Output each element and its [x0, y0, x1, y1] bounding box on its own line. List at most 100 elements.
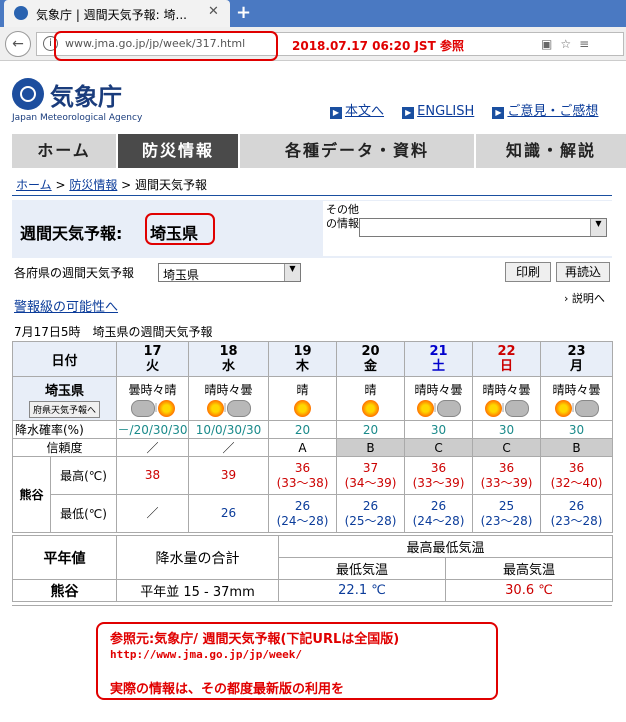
day-of-week: 水	[222, 359, 236, 374]
precip-value: －/20/30/30	[116, 420, 190, 439]
arrow-icon: ▶	[330, 107, 342, 119]
normals-precip-value: 平年並 15 - 37mm	[116, 579, 279, 602]
header-links: ▶ 本文へ ▶ ENGLISH ▶ ご意見・ご感想	[330, 100, 612, 119]
min-temp-cell: 26 (24～28)	[404, 494, 474, 533]
jma-logo-icon[interactable]	[12, 78, 44, 110]
menu-icon[interactable]: ≡	[579, 37, 597, 51]
reliability-value: C	[472, 438, 542, 457]
precip-value: 20	[336, 420, 406, 439]
sun-icon	[294, 399, 312, 417]
day-header: 17 火	[116, 341, 190, 377]
precip-sum-label: 降水量の合計	[116, 535, 279, 580]
max-temp-range: (33～39)	[412, 475, 465, 490]
max-temp-range: (33～39)	[480, 475, 533, 490]
min-temp-label: 最低気温	[278, 557, 446, 580]
breadcrumb-disaster[interactable]: 防災情報	[69, 178, 117, 192]
reload-button[interactable]: 再読込	[556, 262, 610, 282]
weather-text: 晴時々曇	[552, 382, 601, 397]
reliability-label: 信頼度	[11, 438, 118, 457]
page-title: 週間天気予報:	[20, 224, 123, 243]
day-date: 18	[219, 344, 238, 359]
max-temp-cell: 36 (33～39)	[472, 456, 542, 495]
day-date: 23	[567, 344, 586, 359]
chevron-down-icon[interactable]: ▼	[284, 264, 300, 281]
back-arrow-icon[interactable]: ←	[5, 31, 31, 57]
link-english[interactable]: ▶ ENGLISH	[402, 104, 474, 119]
min-temp-range: (23～28)	[480, 513, 533, 528]
bookmark-star-icon[interactable]: ☆	[560, 37, 579, 51]
other-info-box: その他の情報 ▼	[323, 201, 612, 256]
min-temp: 25	[498, 498, 515, 513]
prefecture-select[interactable]: 埼玉県 ▼	[158, 263, 301, 282]
browser-tab[interactable]: 気象庁 | 週間天気予報: 埼... ✕	[4, 0, 230, 27]
min-temp-cell: ／	[116, 494, 190, 533]
max-temp: 36	[430, 460, 447, 475]
nav-knowledge[interactable]: 知識・解説	[476, 134, 626, 168]
other-info-select[interactable]: ▼	[359, 218, 607, 237]
max-temp-range: (34～39)	[344, 475, 397, 490]
nav-home[interactable]: ホーム	[12, 134, 116, 168]
tab-title: 気象庁 | 週間天気予報: 埼...	[36, 8, 187, 22]
day-of-week: 月	[570, 359, 584, 374]
explanation-link[interactable]: › 説明へ	[564, 290, 605, 306]
max-temp-cell: 36 (32～40)	[540, 456, 614, 495]
favicon-icon	[14, 6, 28, 20]
min-temp-range: (24～28)	[276, 513, 329, 528]
chevron-right-icon: ›	[564, 292, 572, 305]
new-tab-icon[interactable]: +	[236, 2, 251, 23]
normals-max-value: 30.6 ℃	[444, 579, 614, 602]
day-header: 22 日	[472, 341, 542, 377]
min-label: 最低(℃)	[49, 494, 118, 533]
max-temp-cell: 37 (34～39)	[336, 456, 406, 495]
reliability-value: ／	[116, 438, 190, 457]
precip-value: 30	[540, 420, 614, 439]
day-date: 17	[143, 344, 162, 359]
day-header: 23 月	[540, 341, 614, 377]
max-temp-range: (33～38)	[276, 475, 329, 490]
min-temp-cell: 25 (23～28)	[472, 494, 542, 533]
link-main-text[interactable]: ▶ 本文へ	[330, 100, 384, 119]
warning-level-link[interactable]: 警報級の可能性へ	[14, 296, 118, 315]
min-temp: 26	[294, 498, 311, 513]
weather-icons	[269, 399, 336, 417]
reader-icon[interactable]: ▣	[541, 37, 560, 51]
link-feedback[interactable]: ▶ ご意見・ご感想	[492, 100, 598, 119]
weather-icons: |	[541, 399, 612, 417]
note-advice: 実際の情報は、その都度最新版の利用を	[110, 682, 345, 697]
sun-icon	[416, 399, 434, 417]
browser-tab-bar: 気象庁 | 週間天気予報: 埼... ✕ +	[0, 0, 626, 27]
precip-value: 30	[404, 420, 474, 439]
weather-icons	[337, 399, 404, 417]
max-temp-cell: 36 (33～38)	[268, 456, 338, 495]
area-cell: 埼玉県 府県天気予報へ	[11, 376, 118, 421]
chevron-down-icon[interactable]: ▼	[590, 219, 606, 236]
weather-cell: 晴	[336, 376, 406, 421]
nav-data[interactable]: 各種データ・資料	[240, 134, 474, 168]
pref-forecast-button[interactable]: 府県天気予報へ	[29, 400, 101, 418]
weather-text: 曇時々晴	[128, 382, 177, 397]
divider	[12, 195, 612, 196]
max-temp-cell: 36 (33～39)	[404, 456, 474, 495]
weather-cell: 晴時々曇 |	[404, 376, 474, 421]
sun-icon	[206, 399, 224, 417]
weather-icons: |	[405, 399, 472, 417]
cloud-icon	[574, 399, 599, 417]
breadcrumb-home[interactable]: ホーム	[16, 178, 52, 192]
min-temp: 26	[568, 498, 585, 513]
close-icon[interactable]: ✕	[208, 4, 219, 19]
day-of-week: 金	[364, 359, 378, 374]
precip-value: 30	[472, 420, 542, 439]
precip-value: 10/0/30/30	[188, 420, 270, 439]
reliability-value: C	[404, 438, 474, 457]
nav-disaster-info[interactable]: 防災情報	[118, 134, 238, 168]
weather-cell: 晴時々曇 |	[472, 376, 542, 421]
reliability-value: B	[336, 438, 406, 457]
min-temp-cell: 26 (25～28)	[336, 494, 406, 533]
min-temp-range: (24～28)	[412, 513, 465, 528]
toolbar-icons[interactable]: ▣☆≡	[541, 37, 597, 51]
day-header: 19 木	[268, 341, 338, 377]
day-of-week: 木	[296, 359, 310, 374]
arrow-icon: ▶	[402, 107, 415, 119]
print-button[interactable]: 印刷	[505, 262, 551, 282]
weather-cell: 曇時々晴 |	[116, 376, 190, 421]
